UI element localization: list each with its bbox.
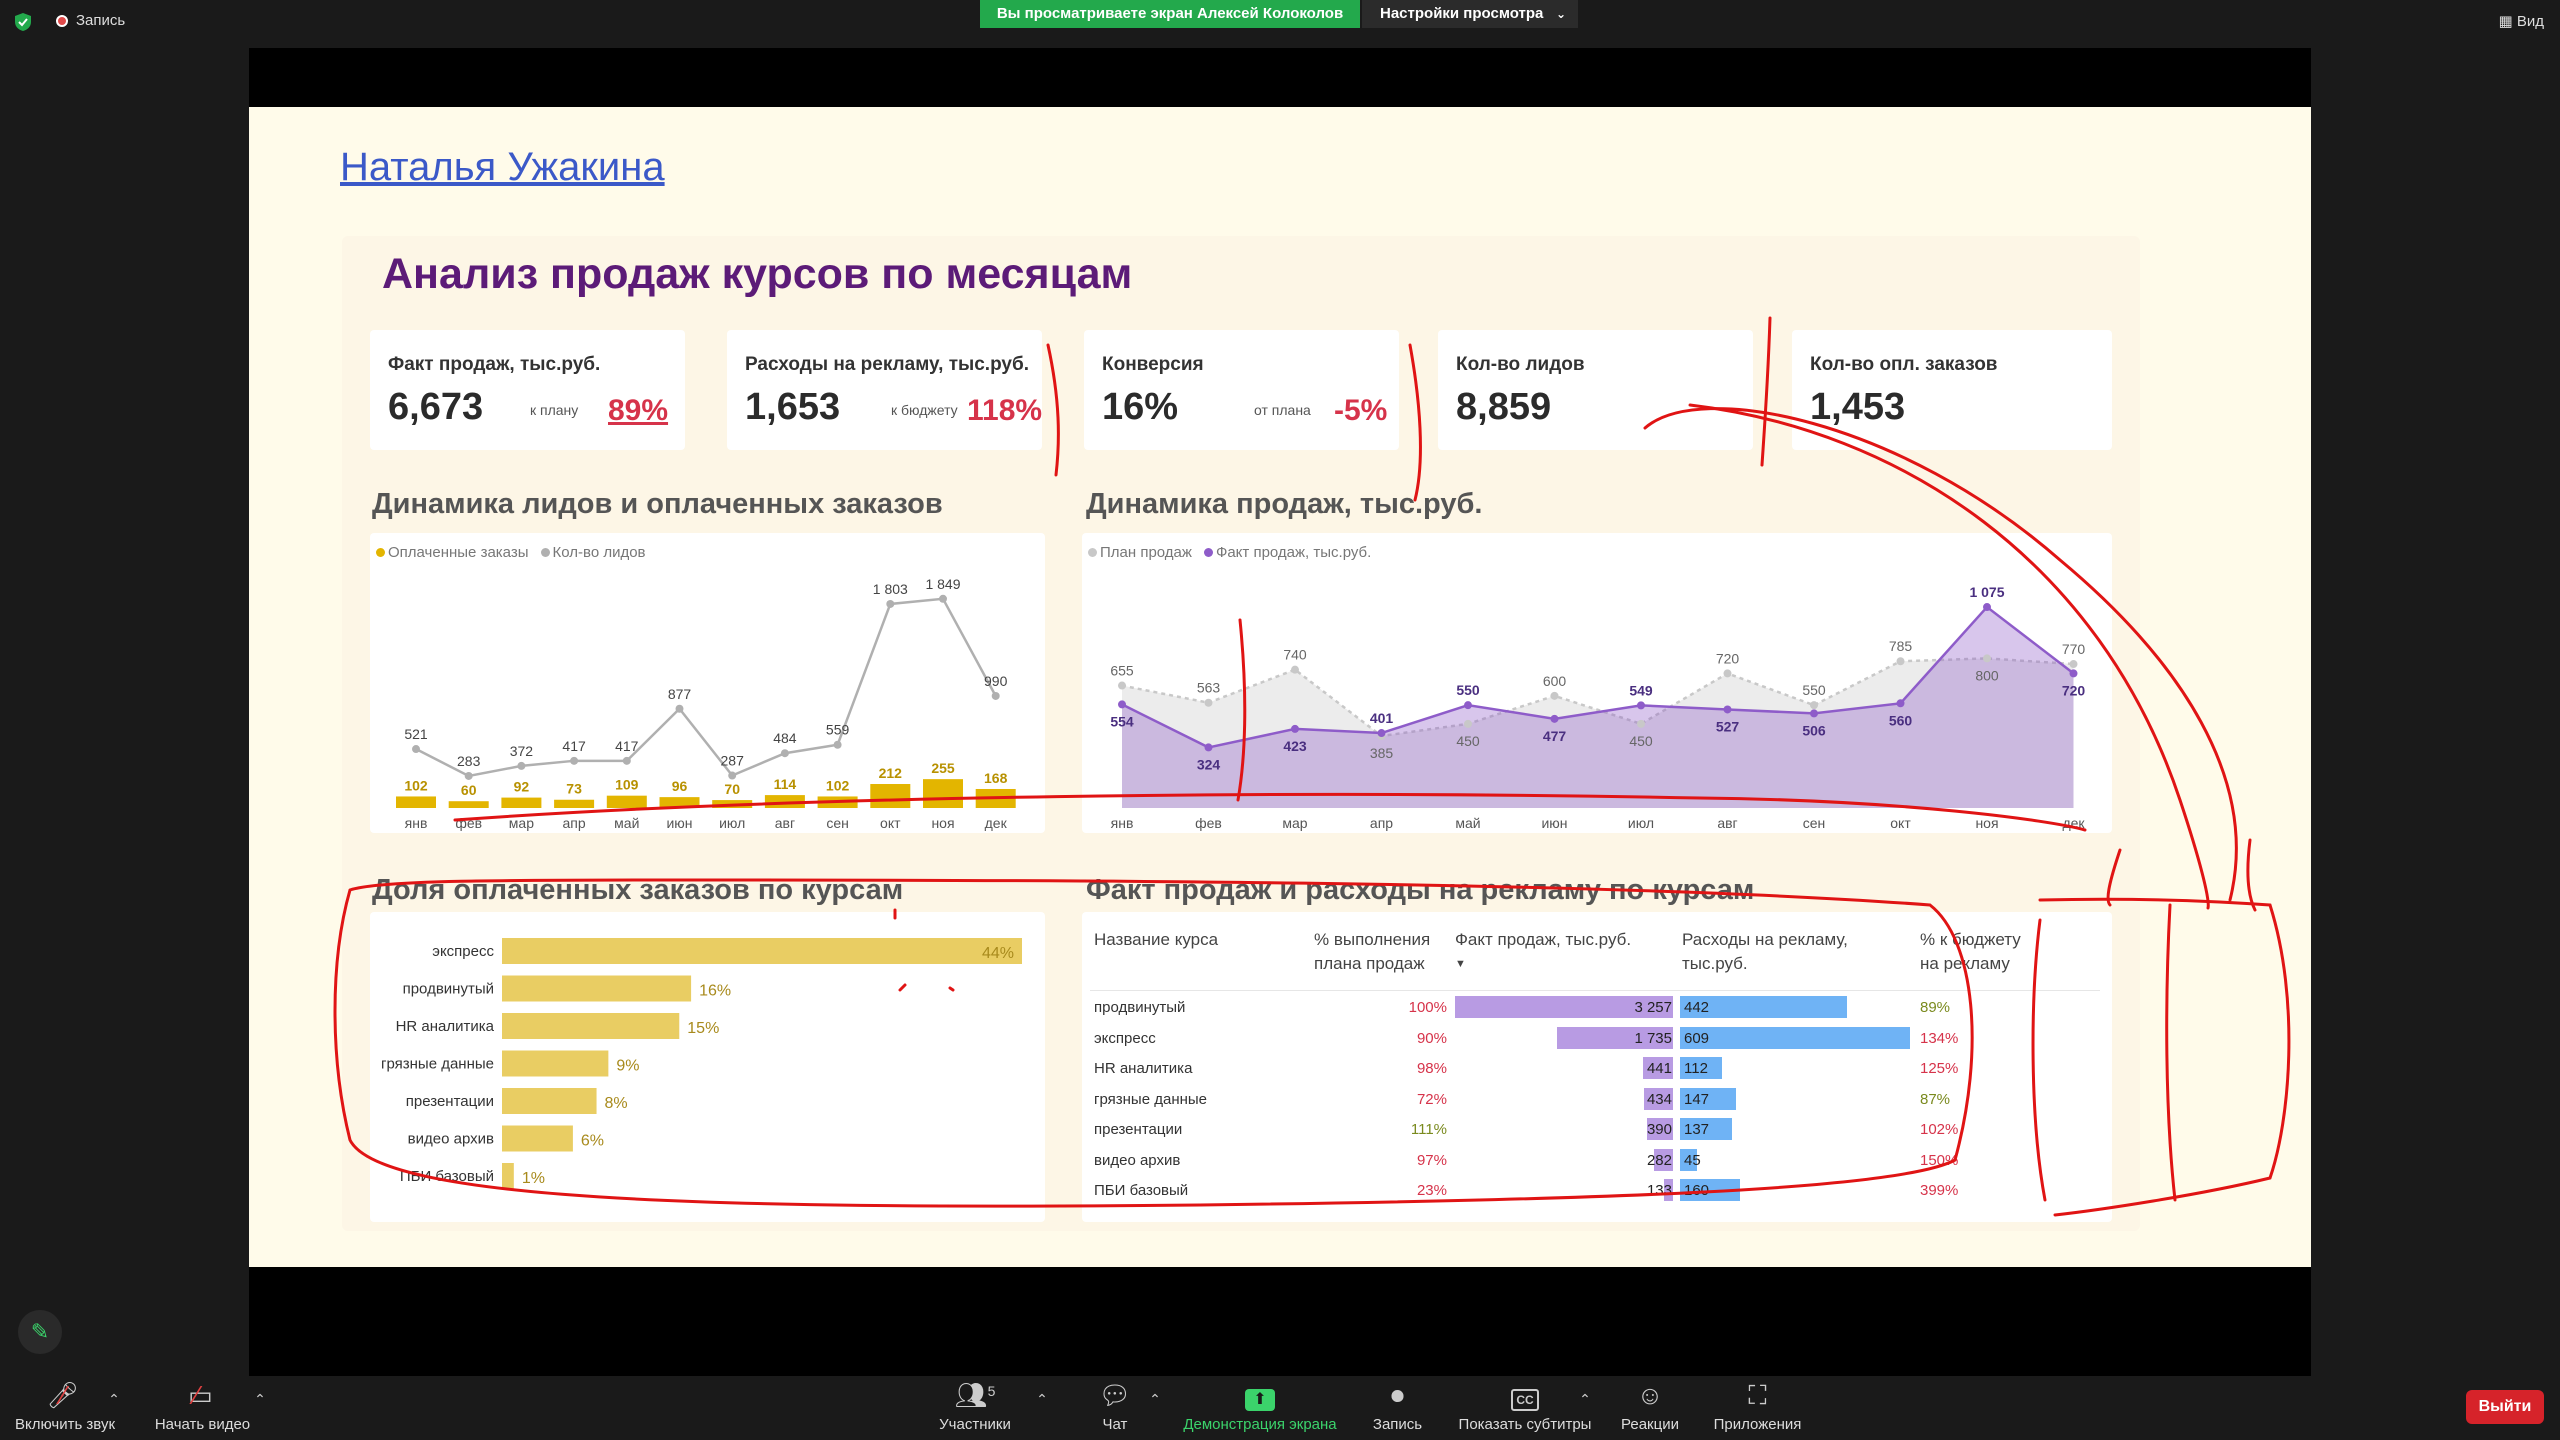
chat-bubble-icon: 💬︎ — [1098, 1380, 1132, 1410]
mute-label: Включить звук — [14, 1416, 116, 1433]
audio-options-chevron[interactable]: ⌃ — [104, 1384, 124, 1420]
apps-label: Приложения — [1713, 1416, 1802, 1433]
video-label: Начать видео — [154, 1416, 251, 1433]
smile-add-icon: ☺ — [1636, 1380, 1664, 1410]
reactions-button[interactable]: ☺ Реакции — [1610, 1380, 1690, 1433]
participants-chevron[interactable]: ⌃ — [1032, 1384, 1052, 1420]
leave-meeting-button[interactable]: Выйти — [2466, 1390, 2544, 1424]
share-label: Демонстрация экрана — [1183, 1416, 1337, 1433]
chevron-up-icon: ⌃ — [1149, 1391, 1161, 1407]
chevron-up-icon: ⌃ — [1036, 1391, 1048, 1407]
pen-icon: ✎ — [30, 1319, 50, 1344]
chat-button[interactable]: 💬︎ Чат — [1090, 1380, 1140, 1433]
closed-captions-icon: CC — [1455, 1380, 1595, 1411]
chevron-up-icon: ⌃ — [108, 1391, 120, 1407]
captions-button[interactable]: CC Показать субтитры — [1455, 1380, 1595, 1433]
apps-icon: ⛶ — [1748, 1380, 1767, 1410]
video-options-chevron[interactable]: ⌃ — [250, 1384, 270, 1420]
participants-icon: 👥︎5 — [954, 1380, 996, 1410]
participants-label: Участники — [939, 1416, 1011, 1433]
camera-off-icon: ▭⁄ — [188, 1380, 213, 1410]
captions-chevron[interactable]: ⌃ — [1575, 1384, 1595, 1420]
reactions-label: Реакции — [1621, 1416, 1679, 1433]
chevron-up-icon: ⌃ — [254, 1391, 266, 1407]
annotate-pen-button[interactable]: ✎ — [18, 1310, 62, 1354]
ink-annotations — [333, 316, 2291, 1217]
chat-chevron[interactable]: ⌃ — [1145, 1384, 1165, 1420]
captions-label: Показать субтитры — [1458, 1416, 1592, 1433]
record-button[interactable]: ⏺ Запись — [1365, 1380, 1430, 1433]
record-icon: ⏺ — [1390, 1380, 1404, 1410]
share-screen-button[interactable]: ⬆ Демонстрация экрана — [1175, 1380, 1345, 1433]
record-label: Запись — [1372, 1416, 1423, 1433]
participants-button[interactable]: 👥︎5 Участники — [930, 1380, 1020, 1433]
start-video-button[interactable]: ▭⁄ Начать видео — [150, 1380, 255, 1433]
share-screen-icon: ⬆ — [1175, 1380, 1345, 1411]
apps-button[interactable]: ⛶ Приложения — [1705, 1380, 1810, 1433]
chat-label: Чат — [1102, 1416, 1128, 1433]
chevron-up-icon: ⌃ — [1579, 1391, 1591, 1407]
